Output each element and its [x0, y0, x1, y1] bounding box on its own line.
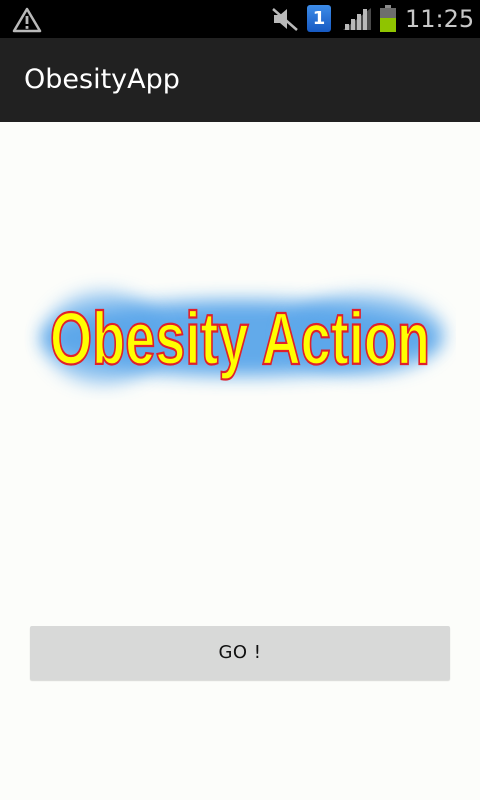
sim-label: 1: [312, 8, 326, 29]
main-content: [0, 122, 480, 800]
go-button[interactable]: GO !: [30, 626, 450, 680]
signal-icon: [343, 8, 371, 30]
obesity-action-logo: Obesity Action: [42, 292, 444, 384]
sim-icon: 1: [307, 5, 331, 32]
warning-icon: [12, 7, 42, 33]
status-bar: 1 11:25: [0, 0, 480, 38]
mute-icon: [272, 8, 298, 31]
clock: 11:25: [405, 5, 475, 33]
battery-icon: [380, 5, 396, 32]
logo-text: Obesity Action: [50, 297, 430, 380]
action-bar: ObesityApp: [0, 38, 480, 122]
app-title: ObesityApp: [24, 64, 180, 95]
